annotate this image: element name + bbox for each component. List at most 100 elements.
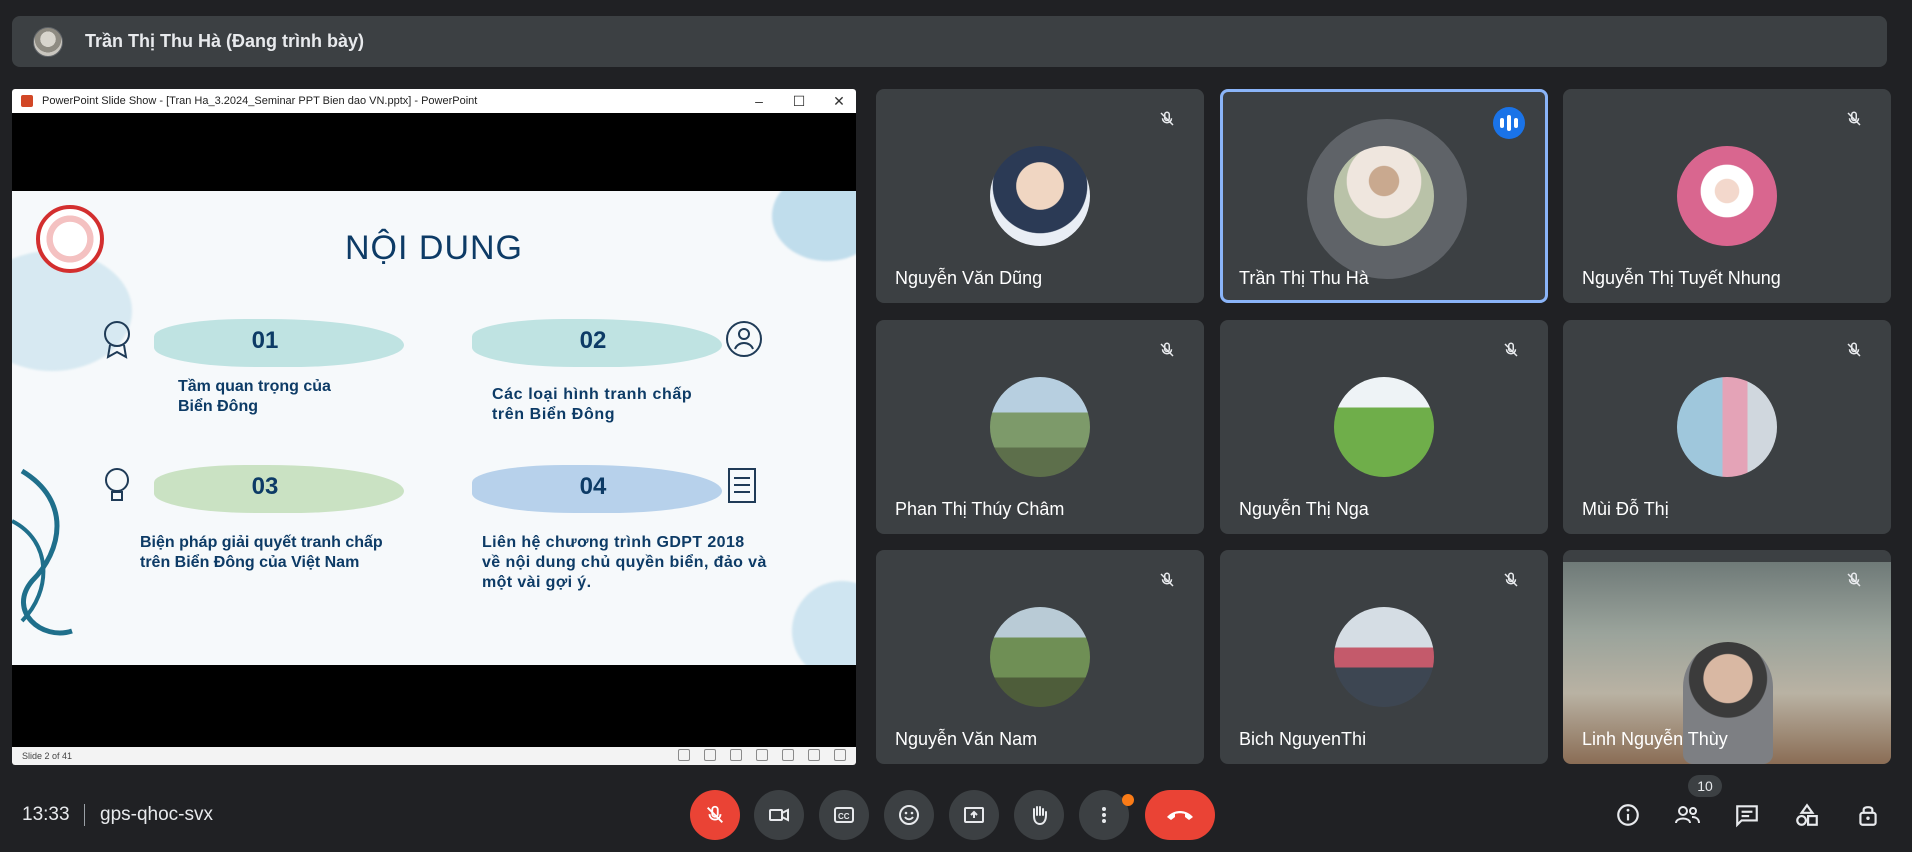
item-number: 01	[251, 327, 279, 354]
slide-swirl-decoration	[12, 468, 73, 636]
presenter-banner: Trần Thị Thu Hà (Đang trình bày)	[12, 16, 1887, 67]
divider	[84, 804, 85, 826]
lock-person-icon	[1859, 806, 1877, 826]
previous-slide-icon[interactable]	[678, 749, 690, 761]
close-icon[interactable]: ✕	[832, 89, 846, 113]
slide-sorter-icon[interactable]	[782, 749, 794, 761]
presenter-avatar	[33, 26, 63, 57]
slide-heading: NỘI DUNG	[345, 229, 523, 267]
participant-tile[interactable]: Nguyễn Văn Dũng	[876, 89, 1204, 303]
item-text: Biện pháp giải quyết tranh chấp trên Biể…	[140, 534, 383, 571]
presenter-title: Trần Thị Thu Hà (Đang trình bày)	[85, 31, 364, 51]
powerpoint-icon	[21, 95, 33, 107]
participant-tile[interactable]: Bich NguyenThi	[1220, 550, 1548, 764]
participant-name: Nguyễn Thị Tuyết Nhung	[1582, 268, 1781, 288]
presentation-window[interactable]: PowerPoint Slide Show - [Tran Ha_3.2024_…	[12, 89, 856, 765]
slide-decoration	[792, 581, 856, 665]
ppt-titlebar: PowerPoint Slide Show - [Tran Ha_3.2024_…	[12, 89, 856, 113]
slide-menu-icon[interactable]	[704, 749, 716, 761]
mic-off-icon	[1154, 567, 1180, 593]
present-button[interactable]	[949, 790, 999, 840]
slide-canvas: NỘI DUNG 01 Tầm quan trọng của Biển Đông…	[12, 191, 856, 665]
mic-off-icon	[1841, 337, 1867, 363]
raise-hand-icon	[1033, 806, 1047, 826]
avatar	[990, 377, 1090, 477]
emoji-icon	[899, 805, 919, 825]
avatar	[1334, 607, 1434, 707]
avatar	[1334, 146, 1434, 246]
reactions-button[interactable]	[884, 790, 934, 840]
item-text: Tầm quan trọng của Biển Đông	[178, 378, 331, 415]
window-controls: – ☐ ✕	[752, 89, 846, 113]
mic-off-icon	[1841, 567, 1867, 593]
item-text: Các loại hình tranh chấp trên Biển Đông	[492, 386, 693, 423]
item-text: Liên hệ chương trình GDPT 2018 về nội du…	[482, 534, 767, 591]
activities-icon	[1796, 803, 1818, 826]
mic-off-icon	[1154, 337, 1180, 363]
clipboard-icon	[724, 465, 758, 505]
view-controls	[678, 749, 846, 761]
minimize-icon[interactable]: –	[752, 89, 766, 113]
present-screen-icon	[964, 807, 984, 823]
chat-icon	[1736, 805, 1758, 828]
participant-name: Phan Thị Thúy Châm	[895, 499, 1065, 519]
participant-name: Nguyễn Văn Dũng	[895, 268, 1043, 288]
camera-toggle-button[interactable]	[754, 790, 804, 840]
next-slide-icon[interactable]	[730, 749, 742, 761]
participant-tile[interactable]: Trần Thị Thu Hà	[1220, 89, 1548, 303]
avatar	[1677, 377, 1777, 477]
mic-off-icon	[1498, 337, 1524, 363]
item-number: 02	[579, 327, 607, 354]
chat-button[interactable]	[1727, 795, 1767, 835]
meeting-details-button[interactable]	[1608, 795, 1648, 835]
participant-tile[interactable]: Phan Thị Thúy Châm	[876, 320, 1204, 534]
leave-call-button[interactable]	[1145, 790, 1215, 840]
avatar	[990, 607, 1090, 707]
avatar	[1334, 377, 1434, 477]
call-end-icon	[1167, 811, 1193, 820]
people-button[interactable]	[1667, 795, 1707, 835]
participant-name: Bich NguyenThi	[1239, 729, 1367, 749]
mic-off-icon	[1154, 106, 1180, 132]
mic-toggle-button[interactable]	[690, 790, 740, 840]
target-person-icon	[724, 319, 762, 359]
participant-name: Linh Nguyễn Thùy	[1582, 729, 1728, 749]
raise-hand-button[interactable]	[1014, 790, 1064, 840]
info-icon	[1617, 804, 1639, 826]
reading-view-icon[interactable]	[808, 749, 820, 761]
participant-name: Nguyễn Thị Nga	[1239, 499, 1369, 519]
meeting-code: gps-qhoc-svx	[100, 804, 213, 825]
avatar	[1677, 146, 1777, 246]
award-icon	[100, 319, 134, 359]
activities-button[interactable]	[1787, 795, 1827, 835]
participant-count-badge: 10	[1688, 775, 1722, 797]
slideshow-view-icon[interactable]	[834, 749, 846, 761]
participant-tile[interactable]: Nguyễn Thị Tuyết Nhung	[1563, 89, 1891, 303]
item-number: 03	[251, 473, 279, 500]
ppt-statusbar: Slide 2 of 41	[12, 747, 856, 765]
notification-dot	[1122, 794, 1134, 806]
mic-off-icon	[707, 805, 723, 823]
participant-name: Trần Thị Thu Hà	[1239, 268, 1369, 288]
meeting-clock: 13:33	[22, 804, 70, 825]
participant-tile[interactable]: Linh Nguyễn Thùy	[1563, 550, 1891, 764]
captions-button[interactable]: CC	[819, 790, 869, 840]
avatar	[990, 146, 1090, 246]
mic-off-icon	[1841, 106, 1867, 132]
more-vert-icon	[1102, 807, 1106, 823]
participant-name: Nguyễn Văn Nam	[895, 729, 1038, 749]
speaking-indicator-icon	[1493, 107, 1525, 139]
participant-tile[interactable]: Nguyễn Thị Nga	[1220, 320, 1548, 534]
participant-tile[interactable]: Nguyễn Văn Nam	[876, 550, 1204, 764]
host-controls-button[interactable]	[1848, 795, 1888, 835]
lightbulb-icon	[100, 465, 134, 505]
videocam-icon	[769, 808, 789, 822]
participant-tile[interactable]: Mùi Đỗ Thị	[1563, 320, 1891, 534]
maximize-icon[interactable]: ☐	[792, 89, 806, 113]
normal-view-icon[interactable]	[756, 749, 768, 761]
participant-name: Mùi Đỗ Thị	[1582, 499, 1669, 519]
people-icon	[1675, 806, 1700, 824]
closed-caption-icon: CC	[834, 807, 854, 823]
item-number: 04	[579, 473, 607, 500]
slide-counter: Slide 2 of 41	[22, 751, 73, 761]
